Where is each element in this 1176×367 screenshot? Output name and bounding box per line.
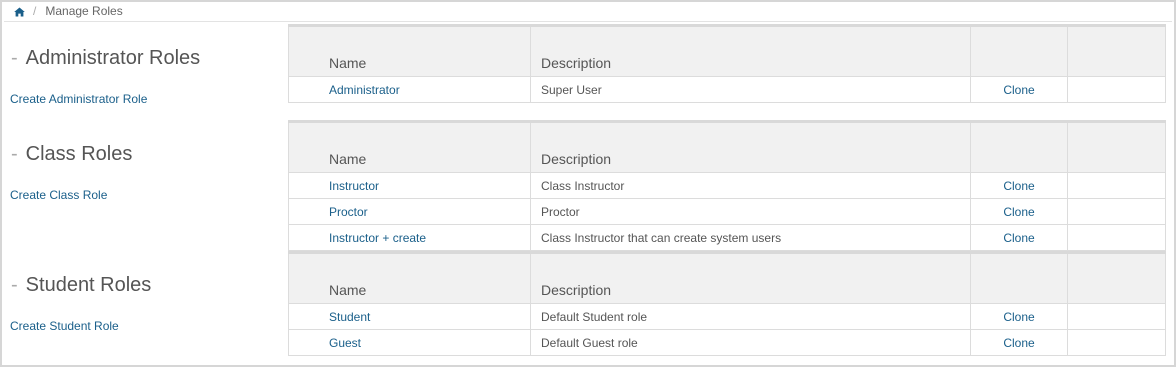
table-header-row: Name Description: [288, 24, 1166, 77]
table-row: Proctor Proctor Clone: [288, 198, 1166, 225]
role-description: Super User: [541, 82, 602, 97]
breadcrumb-current: Manage Roles: [45, 4, 123, 18]
clone-link[interactable]: Clone: [971, 83, 1067, 97]
class-roles-table: Name Description Instructor Class Instru…: [288, 120, 1166, 251]
create-student-role-link[interactable]: Create Student Role: [10, 319, 119, 333]
column-header-name: Name: [288, 24, 531, 77]
collapse-dash-icon[interactable]: -: [11, 143, 18, 165]
empty-cell: [1067, 303, 1166, 330]
role-description: Class Instructor that can create system …: [541, 230, 782, 245]
administrator-roles-table: Name Description Administrator Super Use…: [288, 24, 1166, 103]
role-name-link[interactable]: Proctor: [289, 205, 530, 219]
column-header-action: [970, 24, 1068, 77]
role-name-link[interactable]: Student: [289, 310, 530, 324]
role-description: Class Instructor: [541, 178, 625, 193]
section-title-text: Class Roles: [25, 143, 133, 165]
home-icon[interactable]: [14, 6, 25, 17]
column-header-name: Name: [288, 120, 531, 173]
role-name-link[interactable]: Guest: [289, 336, 530, 350]
column-header-action: [970, 251, 1068, 304]
clone-link[interactable]: Clone: [971, 179, 1067, 193]
section-title-administrator-roles: - Administrator Roles: [11, 47, 200, 70]
column-header-description: Description: [530, 120, 971, 173]
page-frame: / Manage Roles - Administrator Roles Crea…: [0, 0, 1176, 367]
table-row: Guest Default Guest role Clone: [288, 329, 1166, 356]
role-description: Default Student role: [541, 309, 648, 324]
column-header-blank: [1067, 24, 1166, 77]
table-row: Student Default Student role Clone: [288, 303, 1166, 330]
role-description: Proctor: [541, 204, 580, 219]
section-title-class-roles: - Class Roles: [11, 143, 132, 166]
create-class-role-link[interactable]: Create Class Role: [10, 188, 107, 202]
role-description: Default Guest role: [541, 335, 638, 350]
empty-cell: [1067, 198, 1166, 225]
clone-link[interactable]: Clone: [971, 205, 1067, 219]
column-header-blank: [1067, 120, 1166, 173]
table-header-row: Name Description: [288, 251, 1166, 304]
breadcrumb: / Manage Roles: [14, 4, 123, 18]
column-header-action: [970, 120, 1068, 173]
column-header-description: Description: [530, 24, 971, 77]
collapse-dash-icon[interactable]: -: [11, 47, 18, 69]
student-roles-table: Name Description Student Default Student…: [288, 251, 1166, 356]
clone-link[interactable]: Clone: [971, 310, 1067, 324]
section-title-student-roles: - Student Roles: [11, 274, 151, 297]
section-title-text: Student Roles: [25, 274, 152, 296]
empty-cell: [1067, 329, 1166, 356]
table-row: Instructor Class Instructor Clone: [288, 172, 1166, 199]
breadcrumb-separator: /: [33, 4, 37, 18]
section-title-text: Administrator Roles: [25, 47, 201, 69]
breadcrumb-divider: [4, 21, 1172, 22]
column-header-name: Name: [288, 251, 531, 304]
clone-link[interactable]: Clone: [971, 231, 1067, 245]
column-header-blank: [1067, 251, 1166, 304]
create-administrator-role-link[interactable]: Create Administrator Role: [10, 92, 147, 106]
role-name-link[interactable]: Instructor + create: [289, 231, 530, 245]
collapse-dash-icon[interactable]: -: [11, 274, 18, 296]
role-name-link[interactable]: Instructor: [289, 179, 530, 193]
table-header-row: Name Description: [288, 120, 1166, 173]
empty-cell: [1067, 76, 1166, 103]
column-header-description: Description: [530, 251, 971, 304]
clone-link[interactable]: Clone: [971, 336, 1067, 350]
role-name-link[interactable]: Administrator: [289, 83, 530, 97]
table-row: Instructor + create Class Instructor tha…: [288, 224, 1166, 251]
table-row: Administrator Super User Clone: [288, 76, 1166, 103]
empty-cell: [1067, 224, 1166, 251]
empty-cell: [1067, 172, 1166, 199]
